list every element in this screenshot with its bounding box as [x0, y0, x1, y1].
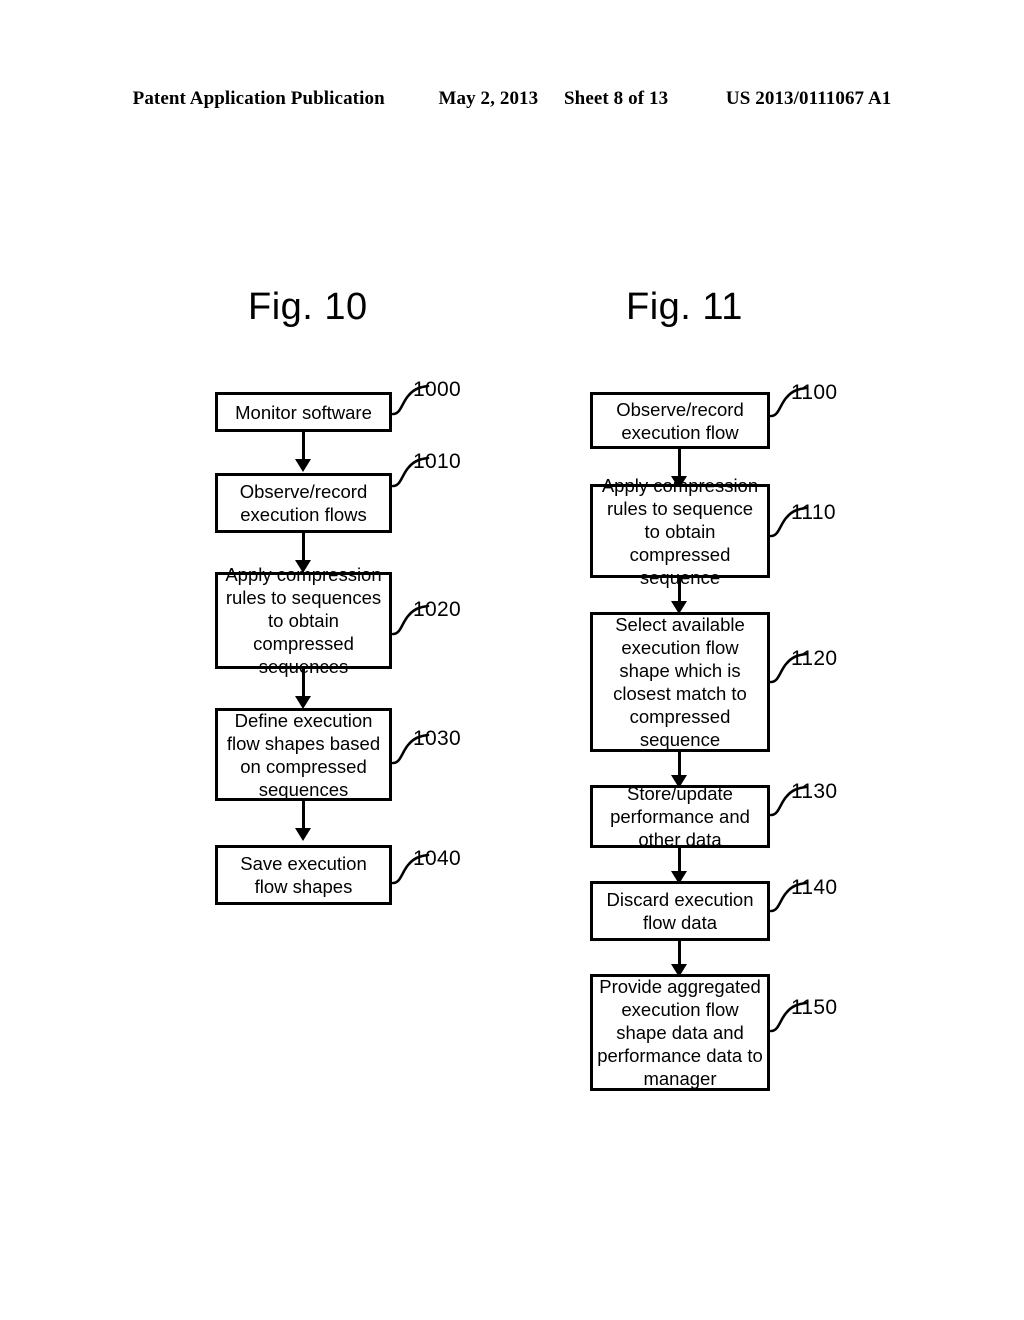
flow-node-1030-label: Define execution flow shapes based on co… [226, 709, 381, 800]
reference-numeral-1100: 1100 [791, 381, 838, 404]
flow-node-1020-label: Apply compression rules to sequences to … [225, 564, 382, 677]
flow-node-1130-label: Store/update performance and other data [610, 783, 750, 850]
reference-numeral-1030: 1030 [413, 727, 461, 750]
header-publication-label: Patent Application Publication [132, 88, 385, 109]
flow-node-1140-label: Discard execution flow data [606, 889, 754, 933]
reference-numeral-1010: 1010 [413, 450, 461, 473]
flow-node-1130: Store/update performance and other data [590, 783, 770, 850]
reference-numeral-1040: 1040 [413, 847, 461, 870]
flow-node-1030: Define execution flow shapes based on co… [215, 708, 392, 801]
header-document-number-label: US 2013/0111067 A1 [725, 88, 892, 109]
flow-node-1140: Discard execution flow data [590, 881, 770, 941]
flow-node-1000: Monitor software [215, 392, 392, 432]
flow-node-1010: Observe/record execution flows [215, 473, 392, 533]
header-sheet-label: Sheet 8 of 13 [563, 88, 669, 109]
flow-node-1120: Select available execution flow shape wh… [590, 612, 770, 752]
header-date-label: May 2, 2013 [438, 88, 539, 109]
reference-numeral-1110: 1110 [791, 501, 836, 524]
reference-numeral-1120: 1120 [791, 647, 838, 670]
reference-numeral-1140: 1140 [791, 876, 838, 899]
flow-node-1010-label: Observe/record execution flows [239, 481, 368, 525]
flow-node-1110: Apply compression rules to sequence to o… [590, 475, 770, 588]
page-header: Patent Application Publication May 2, 20… [0, 88, 1024, 110]
flow-node-1040: Save execution flow shapes [215, 845, 392, 905]
reference-numeral-1000: 1000 [413, 378, 461, 401]
flow-node-1110-label: Apply compression rules to sequence to o… [601, 474, 759, 588]
flow-node-1100: Observe/record execution flow [590, 392, 770, 449]
reference-numeral-1130: 1130 [791, 780, 838, 803]
flow-node-1150: Provide aggregated execution flow shape … [590, 974, 770, 1091]
figure-10-title: Fig. 10 [248, 286, 368, 328]
reference-numeral-1150: 1150 [791, 996, 838, 1019]
flow-node-1100-label: Observe/record execution flow [616, 398, 744, 443]
flow-node-1120-label: Select available execution flow shape wh… [613, 614, 747, 750]
reference-numeral-1020: 1020 [413, 598, 461, 621]
flow-node-1040-label: Save execution flow shapes [240, 853, 367, 897]
flow-node-1150-label: Provide aggregated execution flow shape … [597, 976, 763, 1089]
flow-node-1000-label: Monitor software [235, 401, 372, 423]
flow-node-1020: Apply compression rules to sequences to … [215, 564, 392, 677]
figure-11-title: Fig. 11 [626, 286, 743, 328]
